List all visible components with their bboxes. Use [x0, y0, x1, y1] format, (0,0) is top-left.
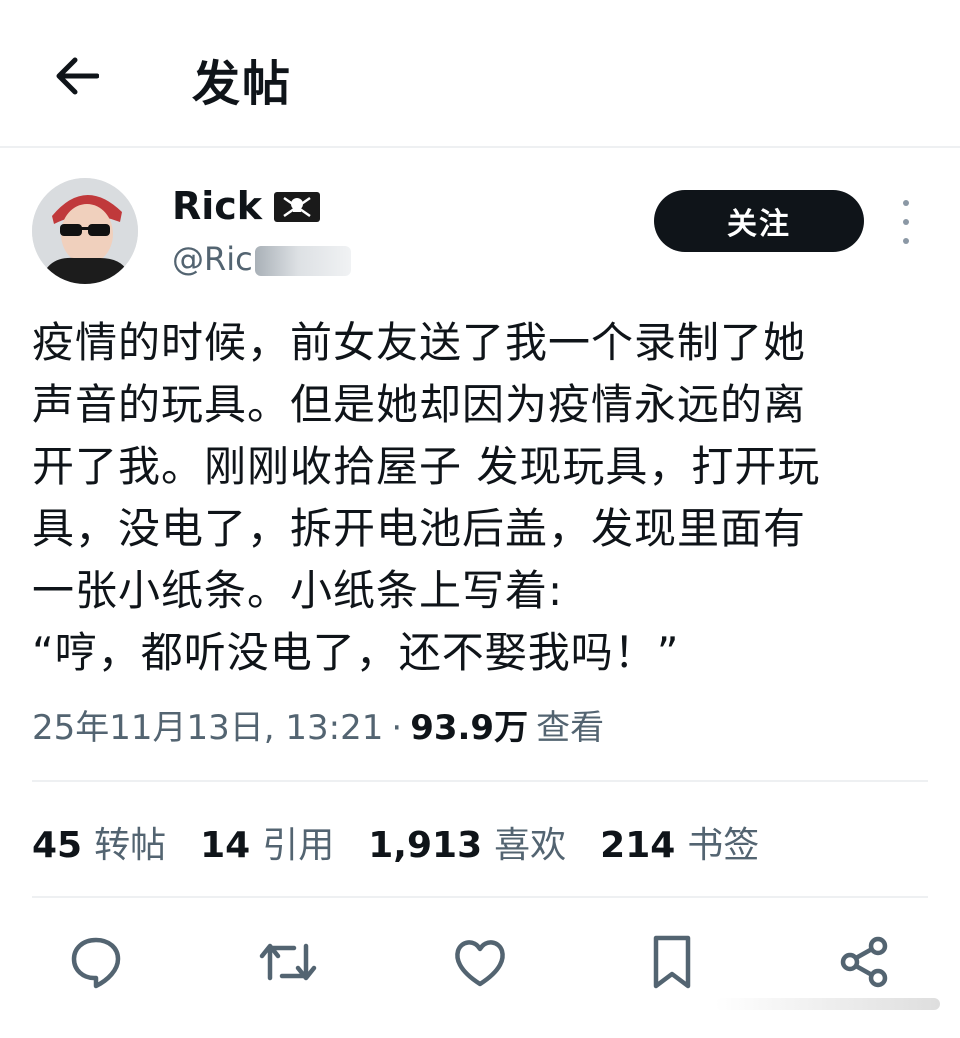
back-button[interactable]	[48, 48, 104, 104]
share-button[interactable]	[832, 930, 896, 994]
like-icon	[455, 940, 505, 987]
stat-quotes[interactable]: 14 引用	[200, 816, 334, 868]
reply-icon	[71, 937, 121, 989]
author-name[interactable]: Rick	[172, 184, 321, 228]
top-bar: 发帖	[0, 0, 960, 146]
display-name-text: Rick	[172, 184, 263, 228]
arrow-left-icon	[56, 57, 99, 95]
reply-button[interactable]	[64, 930, 128, 994]
stat-number: 14	[200, 825, 251, 866]
stats-divider	[32, 896, 928, 898]
follow-button[interactable]: 关注	[654, 190, 864, 252]
stat-bookmarks[interactable]: 214 书签	[600, 816, 759, 868]
stat-label: 喜欢	[494, 825, 567, 866]
post-meta: 25年11月13日, 13:21 · 93.9万 查看	[32, 700, 604, 749]
pirate-flag-icon	[274, 189, 321, 223]
more-vertical-icon[interactable]	[895, 200, 917, 244]
bookmark-button[interactable]	[640, 930, 704, 994]
page-title: 发帖	[192, 56, 293, 112]
post-datetime: 25年11月13日, 13:21	[32, 708, 384, 748]
bookmark-icon	[653, 935, 691, 989]
views-label: 查看	[536, 708, 605, 748]
meta-divider	[32, 780, 928, 782]
stat-likes[interactable]: 1,913 喜欢	[368, 816, 566, 868]
repost-button[interactable]	[256, 930, 320, 994]
stat-label: 转帖	[94, 825, 167, 866]
author-handle[interactable]: @Ric	[172, 240, 351, 278]
stat-label: 引用	[262, 825, 335, 866]
stat-reposts[interactable]: 45 转帖	[32, 816, 166, 868]
like-button[interactable]	[448, 930, 512, 994]
meta-separator: ·	[391, 708, 403, 748]
avatar-image	[32, 178, 138, 284]
handle-redaction	[254, 246, 351, 276]
stat-number: 214	[600, 825, 676, 866]
stat-number: 1,913	[368, 825, 483, 866]
header-divider	[0, 146, 960, 148]
share-icon	[840, 936, 888, 988]
stat-number: 45	[32, 825, 83, 866]
views-count[interactable]: 93.9万	[410, 700, 528, 749]
engagement-stats: 45 转帖 14 引用 1,913 喜欢 214 书签	[32, 816, 759, 868]
handle-text: @Ric	[172, 240, 253, 278]
action-bar	[0, 930, 960, 1000]
stat-label: 书签	[687, 825, 760, 866]
avatar[interactable]	[32, 178, 138, 284]
repost-icon	[259, 943, 317, 981]
post-text: 疫情的时候，前女友送了我一个录制了她 声音的玩具。但是她却因为疫情永远的离 开了…	[32, 318, 821, 677]
watermark	[715, 998, 940, 1010]
